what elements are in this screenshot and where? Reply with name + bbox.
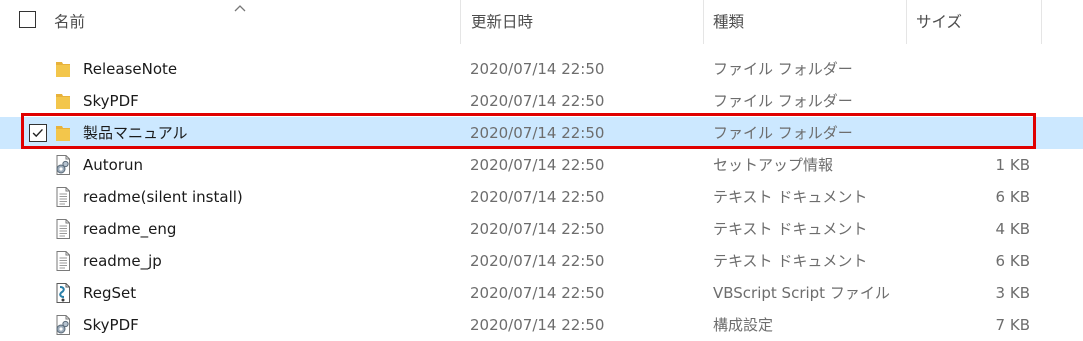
text-document-icon [53,250,73,272]
file-date: 2020/07/14 22:50 [470,252,605,270]
setup-info-icon [53,154,73,176]
file-date: 2020/07/14 22:50 [470,156,605,174]
file-date: 2020/07/14 22:50 [470,92,605,110]
file-size: 3 KB [995,284,1030,302]
column-header: 名前 更新日時 種類 サイズ [0,0,1083,44]
file-date: 2020/07/14 22:50 [470,188,605,206]
file-size: 7 KB [995,316,1030,334]
file-row[interactable]: RegSet 2020/07/14 22:50 VBScript Script ファ… [0,277,1083,309]
file-name: Autorun [83,156,144,174]
folder-icon [53,122,73,144]
file-name: readme_eng [83,220,177,238]
file-type: ファイル フォルダー [713,124,853,142]
file-type: VBScript Script ファイル [713,284,890,302]
file-name: RegSet [83,284,137,302]
column-header-size[interactable]: サイズ [916,0,962,44]
file-date: 2020/07/14 22:50 [470,316,605,334]
text-document-icon [53,186,73,208]
file-name: ReleaseNote [83,60,178,78]
file-size: 6 KB [995,252,1030,270]
select-all-checkbox[interactable] [19,11,36,28]
column-header-date[interactable]: 更新日時 [471,0,533,44]
file-type: ファイル フォルダー [713,60,853,78]
row-checkbox-checked[interactable] [29,124,47,142]
file-type: 構成設定 [713,316,774,334]
file-list: ReleaseNote 2020/07/14 22:50 ファイル フォルダー Sky… [0,53,1083,341]
file-date: 2020/07/14 22:50 [470,124,605,142]
text-document-icon [53,218,73,240]
file-date: 2020/07/14 22:50 [470,60,605,78]
file-name: readme(silent install) [83,188,243,206]
file-row[interactable]: readme(silent install) 2020/07/14 22:50 テキ… [0,181,1083,213]
file-name: SkyPDF [83,316,139,334]
file-row[interactable]: readme_eng 2020/07/14 22:50 テキスト ドキュメント 4 K… [0,213,1083,245]
file-name: SkyPDF [83,92,139,110]
file-row[interactable]: ReleaseNote 2020/07/14 22:50 ファイル フォルダー [0,53,1083,85]
file-name: 製品マニュアル [83,124,188,142]
file-type: セットアップ情報 [713,156,834,174]
folder-icon [53,58,73,80]
file-type: テキスト ドキュメント [713,252,868,270]
column-divider[interactable] [906,0,907,44]
folder-icon [53,90,73,112]
column-divider[interactable] [460,0,461,44]
config-settings-icon [53,314,73,336]
vbscript-icon [53,282,73,304]
file-row[interactable]: SkyPDF 2020/07/14 22:50 構成設定 7 KB [0,309,1083,341]
file-type: ファイル フォルダー [713,92,853,110]
file-row[interactable]: Autorun 2020/07/14 22:50 セットアップ情報 1 KB [0,149,1083,181]
file-type: テキスト ドキュメント [713,188,868,206]
file-name: readme_jp [83,252,162,270]
column-header-name[interactable]: 名前 [54,0,85,44]
file-size: 1 KB [995,156,1030,174]
file-row[interactable]: readme_jp 2020/07/14 22:50 テキスト ドキュメント 6 KB [0,245,1083,277]
sort-ascending-icon [234,5,246,12]
column-divider[interactable] [703,0,704,44]
column-header-type[interactable]: 種類 [713,0,744,44]
file-row[interactable]: 製品マニュアル 2020/07/14 22:50 ファイル フォルダー [0,117,1083,149]
file-row[interactable]: SkyPDF 2020/07/14 22:50 ファイル フォルダー [0,85,1083,117]
file-date: 2020/07/14 22:50 [470,284,605,302]
file-date: 2020/07/14 22:50 [470,220,605,238]
file-size: 4 KB [995,220,1030,238]
file-type: テキスト ドキュメント [713,220,868,238]
column-divider[interactable] [1041,0,1042,44]
file-size: 6 KB [995,188,1030,206]
